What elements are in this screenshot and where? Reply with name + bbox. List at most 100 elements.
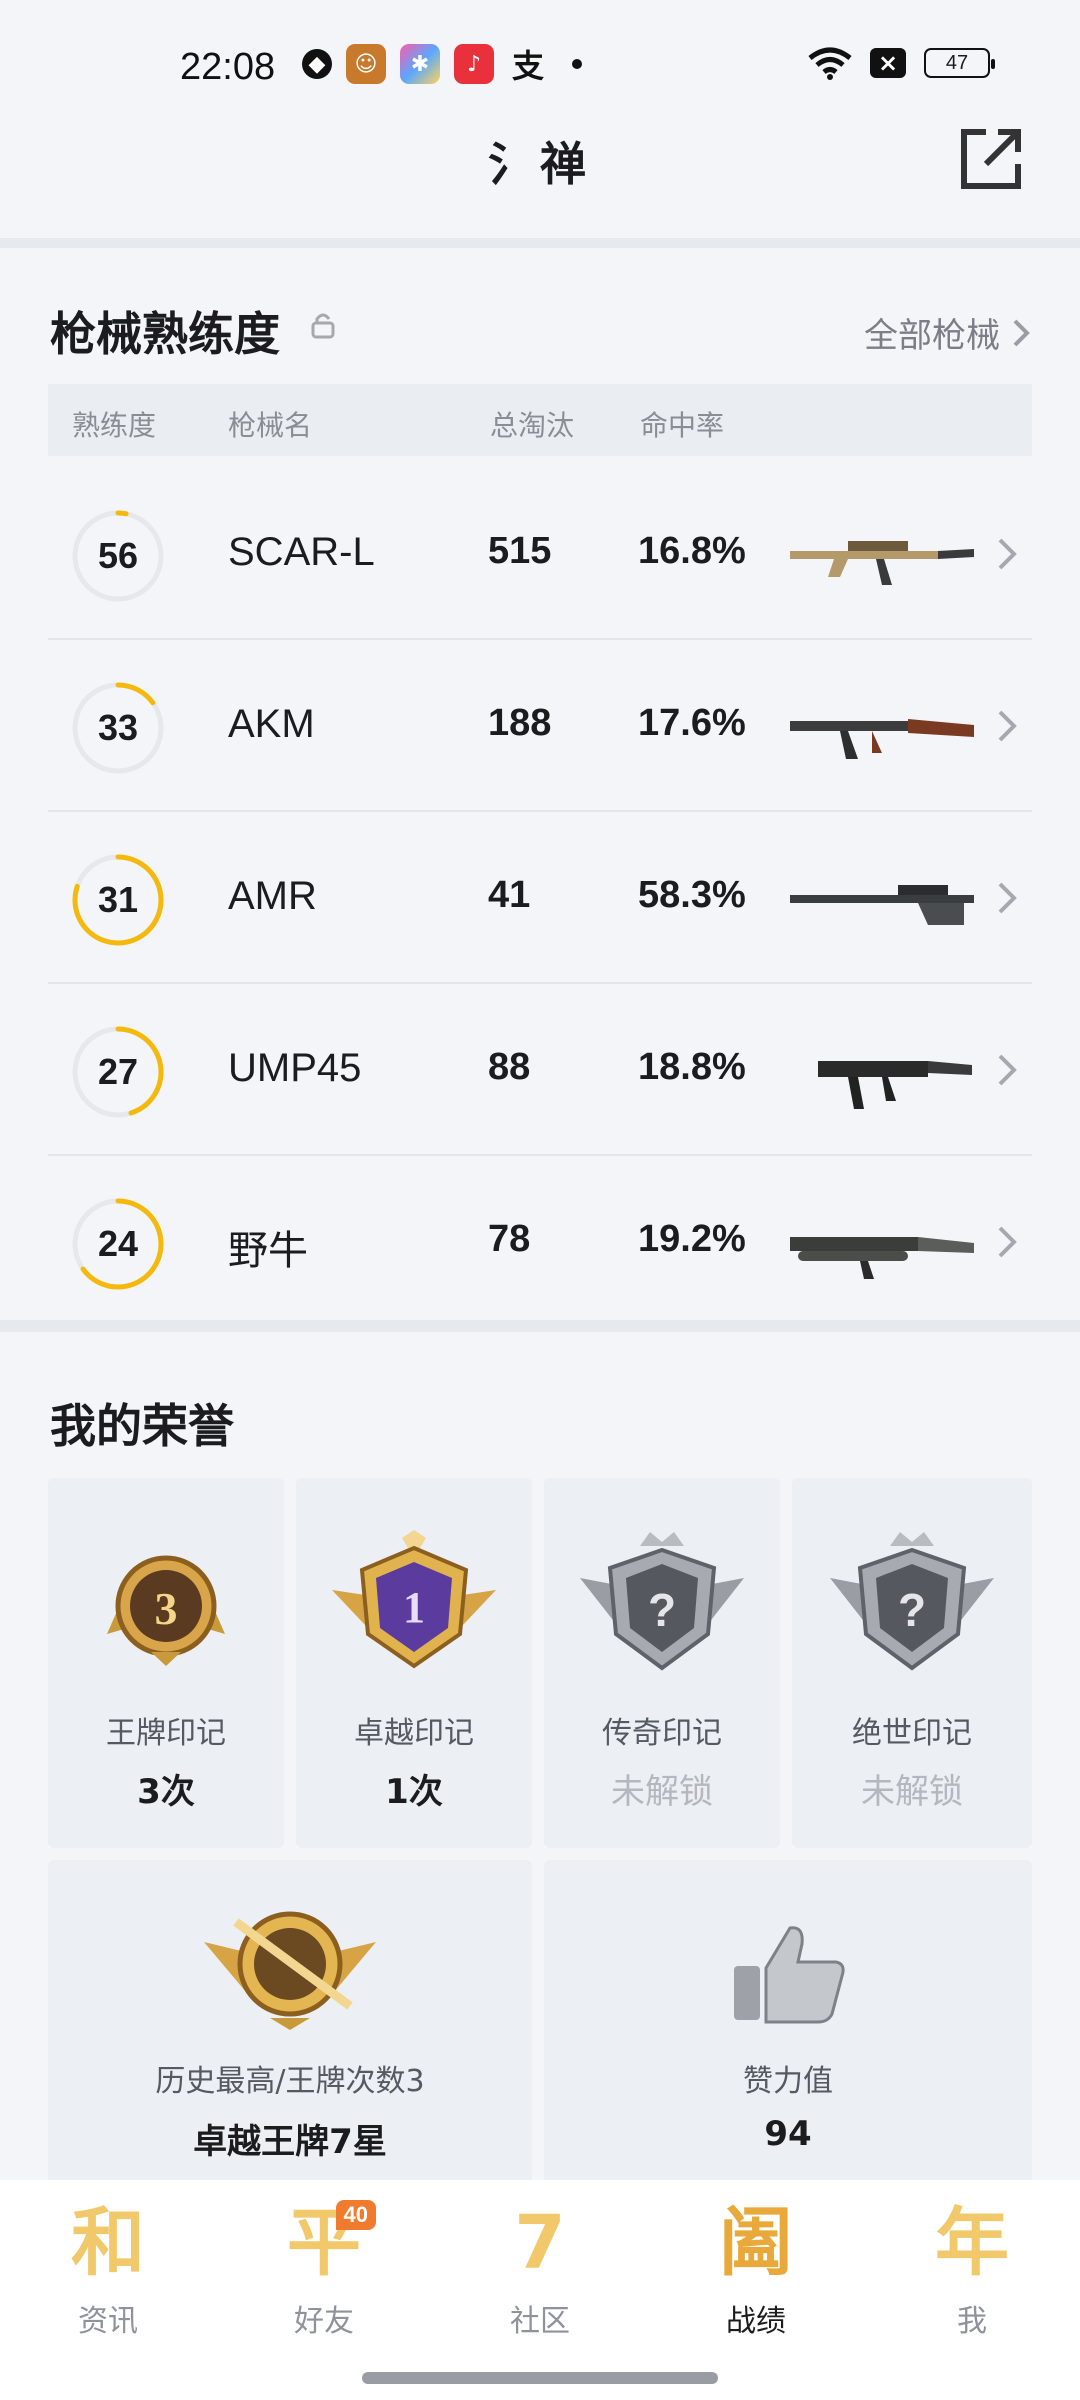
- weapon-kills: 78: [488, 1218, 531, 1260]
- tab-label: 我: [957, 2304, 987, 2339]
- alipay-icon: 支: [511, 47, 544, 85]
- section-title-honors: 我的荣誉: [50, 1399, 234, 1453]
- likes-label: 赞力值: [743, 2064, 833, 2099]
- weapon-kills: 88: [488, 1046, 531, 1088]
- title-bar: 氵禅: [0, 120, 1080, 240]
- me-tab-icon: 年: [935, 2200, 1009, 2286]
- weapon-accuracy: 18.8%: [638, 1046, 746, 1088]
- honor-card-legend[interactable]: ? 传奇印记 未解锁: [544, 1478, 780, 1848]
- community-tab-icon: 7: [514, 2200, 566, 2286]
- tab-community[interactable]: 7 社区: [470, 2198, 610, 2358]
- tab-news[interactable]: 和 资讯: [38, 2198, 178, 2358]
- honor-label: 卓越印记: [354, 1716, 474, 1751]
- bottom-tab-bar: 和 资讯 平 好友 40 7 社区 阖 战绩 年 我: [0, 2180, 1080, 2400]
- all-weapons-label: 全部枪械: [864, 316, 1000, 356]
- weapon-kills: 515: [488, 530, 552, 572]
- svg-text:?: ?: [648, 1584, 676, 1636]
- tab-label: 好友: [294, 2304, 354, 2339]
- col-mastery: 熟练度: [72, 409, 157, 442]
- col-weapon-name: 枪械名: [228, 409, 313, 442]
- honor-card-excellent[interactable]: 1 卓越印记 1次: [296, 1478, 532, 1848]
- highest-rank-card[interactable]: 历史最高/王牌次数3 卓越王牌7星: [48, 1860, 532, 2190]
- honor-value: 未解锁: [611, 1772, 713, 1812]
- chevron-right-icon: [998, 1226, 1017, 1258]
- highest-rank-value: 卓越王牌7星: [193, 2122, 387, 2162]
- battery-indicator: 47: [924, 48, 995, 78]
- ace-emblem-icon: 3: [107, 1555, 225, 1666]
- tab-friends[interactable]: 平 好友 40: [254, 2198, 394, 2358]
- svg-text:1: 1: [403, 1583, 425, 1632]
- mastery-level: 56: [97, 535, 139, 576]
- chevron-right-icon: [998, 538, 1017, 570]
- honor-label: 传奇印记: [602, 1716, 722, 1751]
- news-tab-icon: 和: [71, 2200, 145, 2286]
- lock-icon[interactable]: [308, 310, 338, 340]
- section-divider: [0, 1320, 1080, 1332]
- shield-icon: ◆: [302, 49, 332, 79]
- svg-text:3: 3: [155, 1583, 178, 1634]
- weapon-name: AMR: [228, 874, 317, 918]
- tab-label: 资讯: [78, 2304, 138, 2339]
- weapon-accuracy: 19.2%: [638, 1218, 746, 1260]
- locked-emblem-icon: ?: [830, 1532, 994, 1671]
- more-notifications-dot: [572, 59, 582, 69]
- tab-me[interactable]: 年 我: [902, 2198, 1042, 2358]
- status-time: 22:08: [180, 46, 276, 88]
- weapon-kills: 41: [488, 874, 531, 916]
- mastery-level: 27: [97, 1051, 139, 1092]
- weapon-name: SCAR-L: [228, 530, 375, 574]
- game-avatar-icon: ☺: [346, 44, 386, 84]
- chevron-right-icon: [1013, 319, 1030, 346]
- col-total-kills: 总淘汰: [490, 409, 575, 442]
- page-title: 氵禅: [488, 137, 592, 191]
- honors-section: 我的荣誉 3 王牌印记 3次 1 卓越印记 1次 ? 传奇印记 未解锁 ? 绝世…: [0, 1332, 1080, 2190]
- weapon-accuracy: 16.8%: [638, 530, 746, 572]
- honor-card-ace[interactable]: 3 王牌印记 3次: [48, 1478, 284, 1848]
- weapon-image: [790, 541, 974, 585]
- status-right: × 47: [808, 46, 995, 80]
- weapon-name: AKM: [228, 702, 315, 746]
- weapon-row[interactable]: 27 UMP45 88 18.8%: [48, 986, 1032, 1156]
- mastery-level: 24: [97, 1223, 139, 1264]
- status-bar: 22:08 ◆ ☺ ✱ ♪ 支 × 47: [0, 0, 1080, 130]
- chevron-right-icon: [998, 1054, 1017, 1086]
- tab-label: 社区: [510, 2304, 570, 2339]
- chevron-right-icon: [998, 882, 1017, 914]
- col-accuracy: 命中率: [640, 409, 725, 442]
- honor-value: 未解锁: [861, 1772, 963, 1812]
- weapon-image: [790, 885, 974, 925]
- likes-card[interactable]: 赞力值 94: [544, 1860, 1032, 2190]
- mastery-level: 33: [97, 707, 139, 748]
- weapon-table-header: 熟练度 枪械名 总淘汰 命中率: [48, 384, 1032, 456]
- weapon-image: [790, 1237, 974, 1279]
- music-icon: ♪: [454, 44, 494, 84]
- tab-label: 战绩: [726, 2304, 786, 2339]
- excellent-emblem-icon: 1: [332, 1530, 496, 1669]
- weapon-row[interactable]: 56 SCAR-L 515 16.8%: [48, 470, 1032, 640]
- weapon-row[interactable]: 31 AMR 41 58.3%: [48, 814, 1032, 984]
- home-indicator[interactable]: [362, 2372, 718, 2384]
- honor-value: 3次: [137, 1772, 195, 1812]
- highest-rank-label: 历史最高/王牌次数3: [155, 2064, 425, 2099]
- section-divider: [0, 238, 1080, 248]
- honor-label: 绝世印记: [852, 1716, 972, 1751]
- tab-stats[interactable]: 阖 战绩: [686, 2198, 826, 2358]
- locked-emblem-icon: ?: [580, 1532, 744, 1671]
- svg-text:?: ?: [898, 1584, 926, 1636]
- honor-card-peerless[interactable]: ? 绝世印记 未解锁: [792, 1478, 1032, 1848]
- weapon-image: [790, 719, 974, 759]
- section-title-weapons: 枪械熟练度: [50, 307, 280, 361]
- weapon-image: [818, 1061, 972, 1109]
- stats-tab-icon: 阖: [719, 2200, 793, 2286]
- all-weapons-link[interactable]: 全部枪械: [864, 308, 1030, 357]
- weapon-row[interactable]: 33 AKM 188 17.6%: [48, 642, 1032, 812]
- honor-label: 王牌印记: [106, 1716, 226, 1751]
- weapon-accuracy: 17.6%: [638, 702, 746, 744]
- weapon-name: UMP45: [228, 1046, 362, 1090]
- weapon-accuracy: 58.3%: [638, 874, 746, 916]
- weapon-row[interactable]: 24 野牛 78 19.2%: [48, 1158, 1032, 1328]
- rank-emblem-icon: [204, 1911, 376, 2030]
- weapon-name: 野牛: [228, 1229, 308, 1273]
- notification-icons: ◆ ☺ ✱ ♪ 支: [302, 44, 582, 85]
- share-icon[interactable]: [956, 124, 1026, 194]
